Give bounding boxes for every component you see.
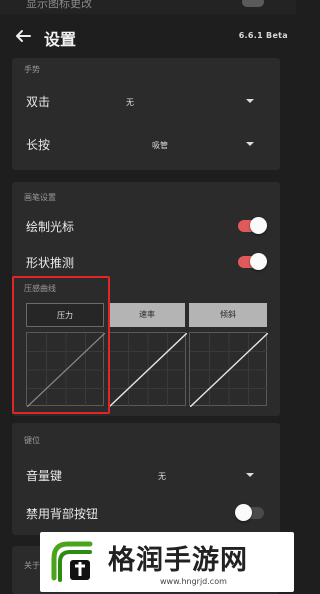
toggle-knob <box>235 504 252 521</box>
section-title-keys: 键位 <box>24 436 40 445</box>
velocity-curve-panel[interactable] <box>108 332 187 407</box>
watermark-url: www.hngrjd.com <box>160 577 227 586</box>
setting-row-volume-key[interactable]: 音量键 无 <box>12 463 280 487</box>
setting-row-disable-back[interactable]: 禁用背部按钮 <box>12 501 280 525</box>
shape-guess-toggle[interactable] <box>238 253 267 270</box>
section-title-stylus: 画笔设置 <box>24 193 56 202</box>
disable-back-toggle[interactable] <box>235 504 264 521</box>
double-tap-value: 无 <box>126 98 134 107</box>
disable-back-label: 禁用背部按钮 <box>26 507 99 521</box>
back-button[interactable] <box>12 25 34 47</box>
draw-cursor-label: 绘制光标 <box>26 220 75 234</box>
gesture-card: 手势 双击 无 长按 吸管 <box>12 58 280 170</box>
volume-key-value: 无 <box>158 472 166 481</box>
partial-setting-row: 显示图标更改 <box>0 0 296 14</box>
curve-graph-icon <box>190 333 268 407</box>
partial-toggle[interactable] <box>242 0 264 7</box>
shape-guess-label: 形状推测 <box>26 256 75 270</box>
long-press-value: 吸管 <box>152 141 168 150</box>
watermark-title: 格润手游网 <box>108 545 248 576</box>
chevron-down-icon <box>246 473 254 477</box>
arrow-left-icon <box>16 30 31 42</box>
section-title-gesture: 手势 <box>24 65 40 74</box>
watermark-banner: 格润手游网 www.hngrjd.com <box>40 532 294 592</box>
chevron-down-icon <box>246 142 254 146</box>
curve-graph-icon <box>109 333 187 407</box>
setting-row-draw-cursor[interactable]: 绘制光标 <box>12 214 280 238</box>
page-title: 设置 <box>44 30 77 49</box>
partial-setting-label: 显示图标更改 <box>26 0 92 10</box>
setting-row-double-tap[interactable]: 双击 无 <box>12 88 280 114</box>
long-press-label: 长按 <box>26 138 51 152</box>
tab-tilt[interactable]: 倾斜 <box>189 303 267 327</box>
chevron-down-icon <box>246 99 254 103</box>
keys-card: 键位 音量键 无 禁用背部按钮 <box>12 423 280 535</box>
setting-row-shape-guess[interactable]: 形状推测 <box>12 250 280 274</box>
section-title-about: 关于 <box>24 561 40 570</box>
tilt-curve-panel[interactable] <box>189 332 268 407</box>
draw-cursor-toggle[interactable] <box>238 217 267 234</box>
toggle-knob <box>250 253 267 270</box>
double-tap-label: 双击 <box>26 95 51 109</box>
volume-key-label: 音量键 <box>26 469 63 483</box>
version-label: 6.6.1 Beta <box>238 31 288 40</box>
watermark-logo-icon <box>51 541 93 582</box>
highlight-annotation <box>12 276 110 414</box>
tab-velocity[interactable]: 速率 <box>109 303 185 327</box>
app-bar: 设置 6.6.1 Beta <box>0 14 296 58</box>
toggle-knob <box>250 217 267 234</box>
setting-row-long-press[interactable]: 长按 吸管 <box>12 131 280 157</box>
